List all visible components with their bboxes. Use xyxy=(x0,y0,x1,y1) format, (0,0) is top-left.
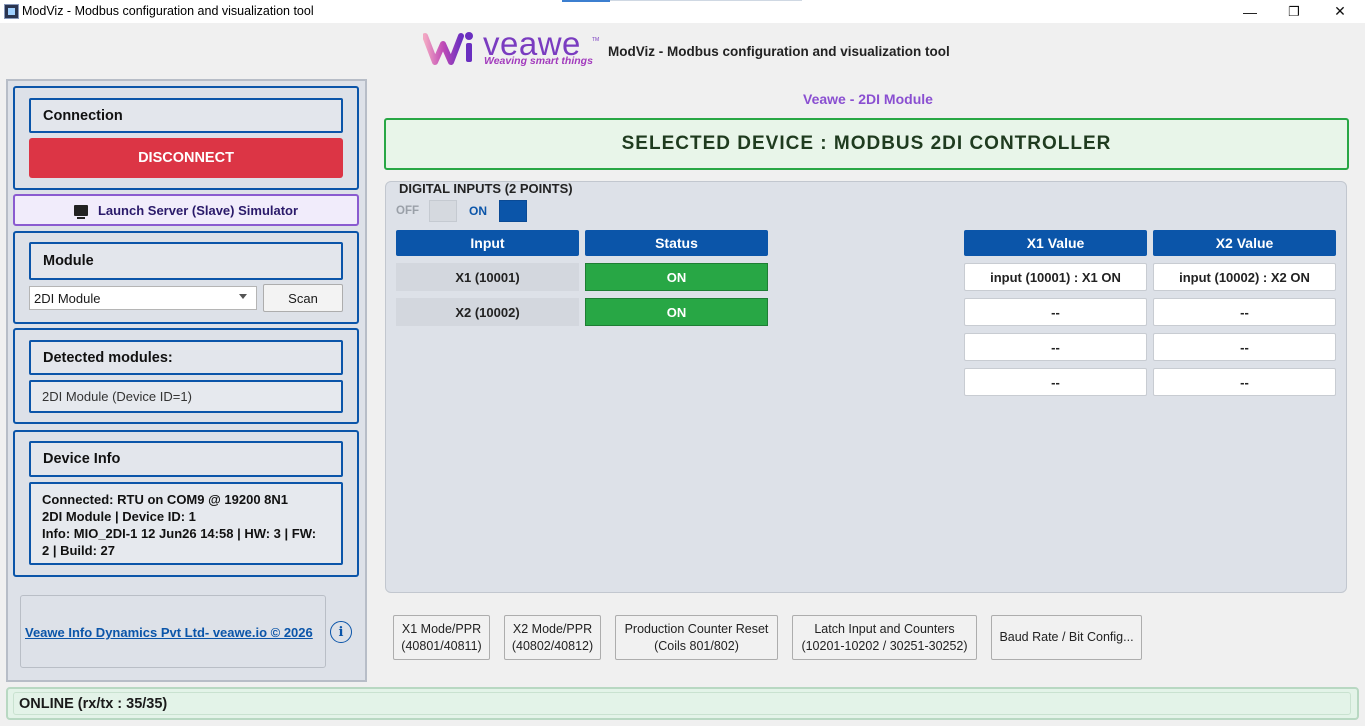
status-indicator: ON xyxy=(585,298,768,326)
scan-button[interactable]: Scan xyxy=(263,284,343,312)
close-button[interactable]: ✕ xyxy=(1317,0,1363,23)
button-label: Baud Rate / Bit Config... xyxy=(999,630,1134,644)
logo-tagline: Weaving smart things xyxy=(484,55,593,67)
x1-mode-ppr-button[interactable]: X1 Mode/PPR (40801/40811) xyxy=(393,615,490,660)
company-link[interactable]: Veawe Info Dynamics Pvt Ltd- veawe.io © … xyxy=(25,625,313,640)
title-bar-accent xyxy=(562,0,610,2)
connection-status-text: ONLINE (rx/tx : 35/35) xyxy=(19,696,168,712)
button-label: Production Counter Reset xyxy=(624,621,769,636)
detected-module-item[interactable]: 2DI Module (Device ID=1) xyxy=(29,380,343,413)
window-title: ModViz - Modbus configuration and visual… xyxy=(22,4,314,18)
x1-value-column-header: X1 Value xyxy=(964,230,1147,256)
app-icon xyxy=(4,4,19,19)
module-caption: Veawe - 2DI Module xyxy=(803,91,933,107)
button-sublabel: (10201-10202 / 30251-30252) xyxy=(801,638,968,653)
x2-value-cell: -- xyxy=(1153,298,1336,326)
logo-trademark: TM xyxy=(592,37,600,43)
module-select[interactable]: 2DI Module xyxy=(29,286,257,310)
device-info-header: Device Info xyxy=(29,441,343,477)
button-label: X1 Mode/PPR xyxy=(401,621,482,636)
input-cell: X1 (10001) xyxy=(396,263,579,291)
baud-rate-config-button[interactable]: Baud Rate / Bit Config... xyxy=(991,615,1142,660)
button-label: Latch Input and Counters xyxy=(814,621,955,636)
status-bar-inner xyxy=(13,692,1351,715)
x2-value-cell: -- xyxy=(1153,333,1336,361)
device-info-line: 2DI Module | Device ID: 1 xyxy=(42,509,196,524)
title-bar-divider xyxy=(610,0,802,1)
status-indicator: ON xyxy=(585,263,768,291)
legend-on-swatch xyxy=(499,200,527,222)
x2-value-cell: -- xyxy=(1153,368,1336,396)
x1-value-cell: -- xyxy=(964,333,1147,361)
production-counter-reset-button[interactable]: Production Counter Reset (Coils 801/802) xyxy=(615,615,778,660)
input-cell: X2 (10002) xyxy=(396,298,579,326)
detected-modules-header: Detected modules: xyxy=(29,340,343,375)
x2-value-cell: input (10002) : X2 ON xyxy=(1153,263,1336,291)
monitor-icon xyxy=(73,204,88,219)
button-sublabel: (40802/40812) xyxy=(511,638,594,653)
x1-value-cell: -- xyxy=(964,368,1147,396)
minimize-button[interactable]: — xyxy=(1227,0,1273,23)
selected-device-banner: SELECTED DEVICE : MODBUS 2DI CONTROLLER xyxy=(384,118,1349,170)
device-info-line: Connected: RTU on COM9 @ 19200 8N1 xyxy=(42,492,289,507)
button-sublabel: (Coils 801/802) xyxy=(654,638,739,653)
x2-mode-ppr-button[interactable]: X2 Mode/PPR (40802/40812) xyxy=(504,615,601,660)
disconnect-button[interactable]: DISCONNECT xyxy=(29,138,343,178)
device-info-line: Info: MIO_2DI-1 12 Jun26 14:58 | HW: 3 |… xyxy=(42,526,317,541)
device-info-line: 2 | Build: 27 xyxy=(42,543,115,558)
legend-on-label: ON xyxy=(469,204,487,218)
x1-value-cell: input (10001) : X1 ON xyxy=(964,263,1147,291)
chevron-down-icon xyxy=(239,294,247,299)
x1-value-cell: -- xyxy=(964,298,1147,326)
legend-off-label: OFF xyxy=(396,205,419,217)
module-header: Module xyxy=(29,242,343,280)
veawe-logo-icon xyxy=(423,32,473,65)
latch-input-counters-button[interactable]: Latch Input and Counters (10201-10202 / … xyxy=(792,615,977,660)
digital-inputs-title: DIGITAL INPUTS (2 POINTS) xyxy=(399,181,573,196)
app-header-title: ModViz - Modbus configuration and visual… xyxy=(608,44,950,59)
launch-simulator-label: Launch Server (Slave) Simulator xyxy=(97,202,299,218)
x2-value-column-header: X2 Value xyxy=(1153,230,1336,256)
input-column-header: Input xyxy=(396,230,579,256)
legend-off-swatch xyxy=(429,200,457,222)
info-icon[interactable]: i xyxy=(330,621,352,643)
device-info-details: Connected: RTU on COM9 @ 19200 8N1 2DI M… xyxy=(29,482,343,565)
status-column-header: Status xyxy=(585,230,768,256)
button-sublabel: (40801/40811) xyxy=(401,638,482,653)
button-label: X2 Mode/PPR xyxy=(512,621,593,636)
connection-header: Connection xyxy=(29,98,343,133)
maximize-button[interactable]: ❐ xyxy=(1271,0,1317,23)
launch-simulator-button[interactable]: Launch Server (Slave) Simulator xyxy=(13,194,359,226)
